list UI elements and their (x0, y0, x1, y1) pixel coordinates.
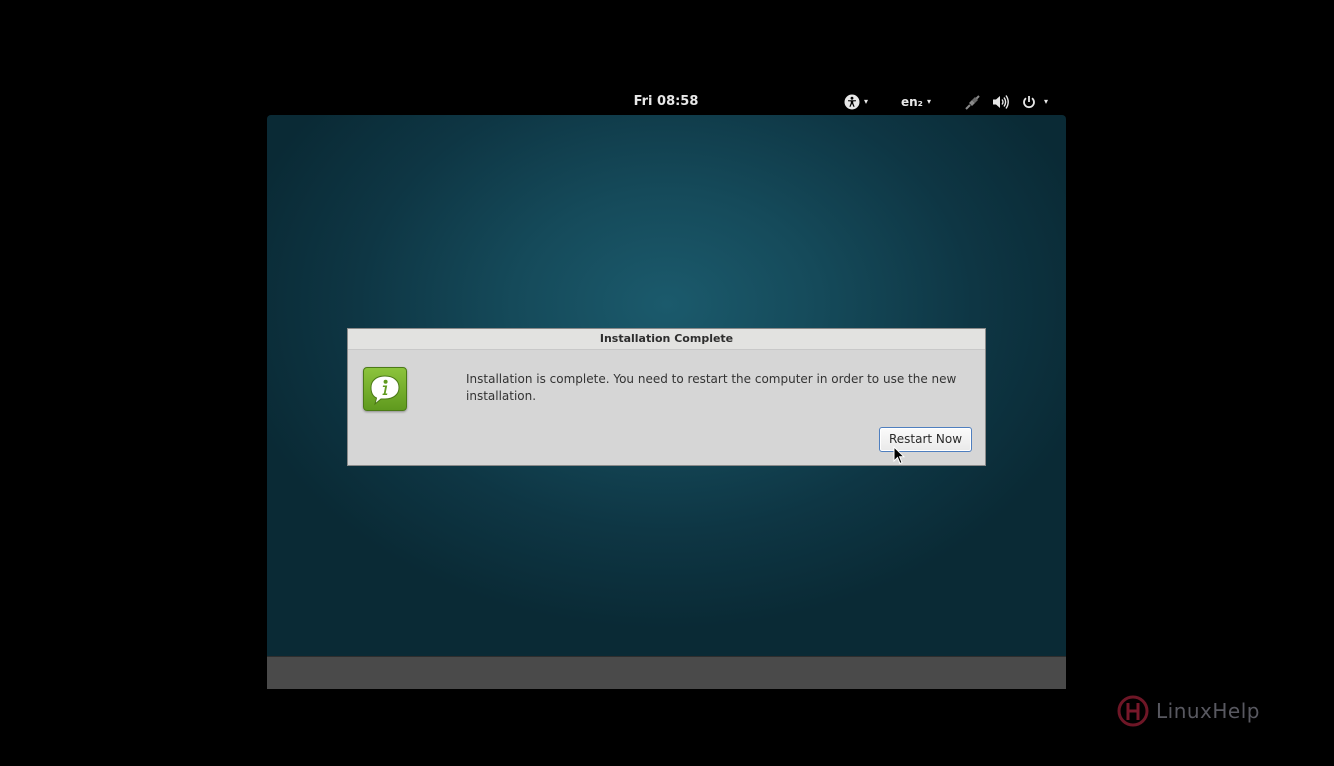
info-speech-bubble-icon (363, 367, 407, 411)
bottom-panel (267, 656, 1066, 689)
chevron-down-icon: ▾ (864, 97, 869, 106)
linuxhelp-watermark: LinuxHelp (1116, 692, 1260, 730)
power-icon (1023, 96, 1035, 109)
watermark-text: LinuxHelp (1156, 699, 1260, 723)
language-menu[interactable]: en₂ ▾ (901, 92, 931, 112)
network-menu[interactable] (964, 92, 981, 112)
accessibility-menu[interactable]: ▾ (844, 92, 868, 112)
installation-complete-dialog: Installation Complete Installation is co… (347, 328, 986, 466)
volume-icon (993, 95, 1009, 109)
clock-label[interactable]: Fri 08:58 (620, 92, 712, 112)
volume-menu[interactable] (992, 92, 1010, 112)
language-label: en₂ (901, 95, 923, 109)
power-menu[interactable]: ▾ (1022, 92, 1048, 112)
network-disconnected-icon (965, 94, 980, 110)
dialog-title: Installation Complete (348, 329, 985, 350)
mouse-cursor-icon (893, 446, 905, 465)
chevron-down-icon: ▾ (926, 97, 931, 106)
linuxhelp-logo (1117, 695, 1149, 727)
chevron-down-icon: ▾ (1044, 97, 1049, 106)
accessibility-icon (844, 94, 860, 110)
top-panel: Fri 08:58 ▾ en₂ ▾ ▾ (0, 0, 1334, 115)
dialog-message: Installation is complete. You need to re… (466, 372, 957, 403)
